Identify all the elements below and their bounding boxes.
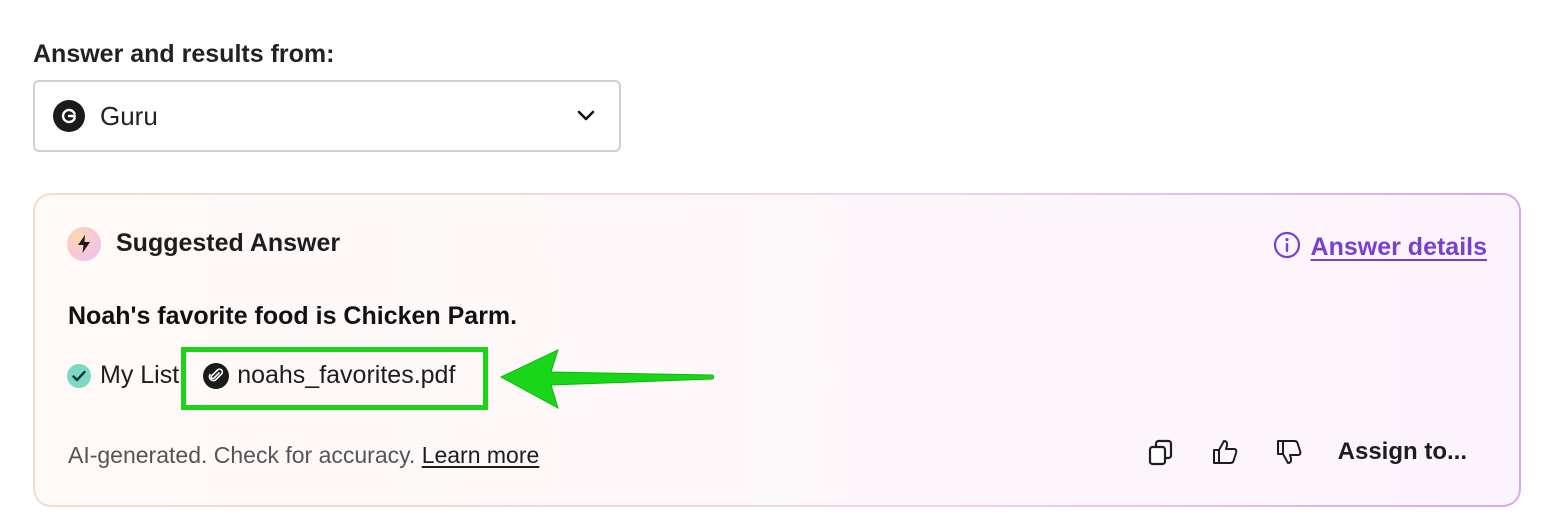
suggested-answer-card: Suggested Answer Answer details Noah's f… bbox=[33, 193, 1521, 507]
thumbs-down-icon[interactable] bbox=[1274, 437, 1304, 467]
ai-disclaimer: AI-generated. Check for accuracy. Learn … bbox=[68, 442, 539, 469]
assign-to-button[interactable]: Assign to... bbox=[1338, 438, 1467, 466]
answer-details-link[interactable]: Answer details bbox=[1273, 231, 1487, 264]
pointer-arrow bbox=[499, 349, 714, 410]
file-name: noahs_favorites.pdf bbox=[237, 361, 456, 389]
lightning-bolt-icon bbox=[67, 227, 101, 261]
source-dropdown[interactable]: Guru bbox=[33, 80, 621, 152]
learn-more-link[interactable]: Learn more bbox=[422, 442, 540, 468]
disclaimer-text: AI-generated. Check for accuracy. bbox=[68, 442, 416, 468]
chevron-down-icon bbox=[575, 105, 597, 127]
thumbs-up-icon[interactable] bbox=[1210, 437, 1240, 467]
source-list-link[interactable]: My List bbox=[100, 361, 179, 390]
card-title: Suggested Answer bbox=[116, 229, 341, 257]
copy-icon[interactable] bbox=[1146, 437, 1176, 467]
answer-sources: My List noahs_favorites.pdf bbox=[67, 361, 455, 390]
check-icon bbox=[67, 363, 91, 388]
answer-actions: Assign to... bbox=[1146, 437, 1467, 467]
info-icon bbox=[1273, 231, 1301, 264]
answer-text: Noah's favorite food is Chicken Parm. bbox=[68, 302, 518, 330]
answer-details-label: Answer details bbox=[1310, 233, 1487, 261]
source-file-link[interactable]: noahs_favorites.pdf bbox=[203, 361, 455, 390]
source-label: Answer and results from: bbox=[33, 40, 335, 68]
guru-logo-icon bbox=[53, 100, 85, 132]
paperclip-icon bbox=[203, 362, 230, 389]
source-selected-value: Guru bbox=[100, 100, 158, 131]
